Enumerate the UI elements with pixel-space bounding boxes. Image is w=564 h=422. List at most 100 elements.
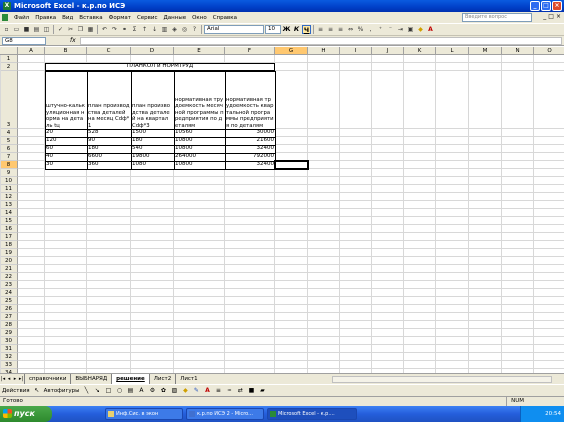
sheet-tab-list1[interactable]: Лист1 (175, 374, 201, 384)
zoom-icon[interactable]: ◎ (180, 25, 189, 34)
sort-desc-icon[interactable]: ↓ (150, 25, 159, 34)
horizontal-scrollbar[interactable] (332, 376, 552, 383)
row-header[interactable]: 6 (0, 145, 18, 153)
row-header[interactable]: 31 (0, 345, 18, 353)
data-cell[interactable]: 180 (131, 137, 174, 145)
row-header[interactable]: 2 (0, 63, 18, 71)
row-header[interactable]: 16 (0, 225, 18, 233)
column-header[interactable]: E (174, 47, 225, 55)
print-icon[interactable]: ▤ (32, 25, 41, 34)
data-cell[interactable]: 360 (87, 161, 131, 169)
row-header[interactable]: 10 (0, 177, 18, 185)
menu-format[interactable]: Формат (106, 15, 134, 21)
autoshapes-menu[interactable]: Автофигуры (44, 388, 80, 394)
merge-center-icon[interactable]: ⇔ (346, 25, 355, 34)
sheet-tab-list2[interactable]: Лист2 (148, 374, 175, 384)
arrow-icon[interactable]: ↘ (93, 387, 101, 394)
undo-icon[interactable]: ↶ (100, 25, 109, 34)
hyperlink-icon[interactable]: ⚭ (120, 25, 129, 34)
select-objects-icon[interactable]: ↖ (33, 387, 41, 394)
row-header[interactable]: 23 (0, 281, 18, 289)
column-header-cell[interactable]: нормативная трудоемкость месячной програ… (174, 71, 225, 129)
data-cell[interactable]: 792000 (225, 153, 275, 161)
data-cell[interactable]: 120 (45, 137, 87, 145)
column-header-cell[interactable]: план производства деталей на месяц Cdф*1 (87, 71, 131, 129)
rectangle-icon[interactable]: □ (104, 387, 112, 394)
data-cell[interactable]: 10800 (174, 145, 225, 153)
copy-icon[interactable]: ❐ (76, 25, 85, 34)
column-header-cell[interactable]: план производства деталей на квартал Cdф… (131, 71, 174, 129)
font-color-icon[interactable]: A (426, 25, 435, 34)
help-question-input[interactable]: Введите вопрос (462, 13, 532, 22)
fx-icon[interactable]: fx (70, 37, 76, 44)
percent-icon[interactable]: % (356, 25, 365, 34)
menu-data[interactable]: Данные (161, 15, 190, 21)
data-cell[interactable]: 90 (87, 137, 131, 145)
data-cell[interactable]: 60 (45, 145, 87, 153)
start-button[interactable]: пуск (0, 406, 52, 422)
align-center-icon[interactable]: ≡ (326, 25, 335, 34)
row-header[interactable]: 21 (0, 265, 18, 273)
row-header[interactable]: 30 (0, 337, 18, 345)
bold-button[interactable]: Ж (282, 25, 291, 34)
selected-cell[interactable] (274, 160, 309, 170)
dash-style-icon[interactable]: ┅ (225, 387, 233, 394)
row-header[interactable]: 11 (0, 185, 18, 193)
borders-icon[interactable]: ▣ (406, 25, 415, 34)
column-header-cell[interactable]: штучно-калькуляционная норма на деталь t… (45, 71, 87, 129)
italic-button[interactable]: К (292, 25, 301, 34)
spreadsheet-grid[interactable]: A B C D E F G H I J K L M N O 1 2 3 4 5 6 7 8 9 10 11 12 13 14 15 16 17… (0, 47, 564, 373)
data-cell[interactable]: 264000 (174, 153, 225, 161)
select-all-corner[interactable] (0, 47, 18, 55)
drawing-icon[interactable]: ◈ (170, 25, 179, 34)
row-header[interactable]: 5 (0, 137, 18, 145)
taskbar-item-excel[interactable]: Microsoft Excel - к.р.... (267, 408, 357, 420)
taskbar-item-folder[interactable]: Инф.Сис. в экон (105, 408, 183, 420)
column-header[interactable]: A (18, 47, 45, 55)
data-cell[interactable]: 1080 (131, 161, 174, 169)
wordart-icon[interactable]: A (137, 387, 145, 394)
menu-view[interactable]: Вид (59, 15, 76, 21)
arrow-style-icon[interactable]: ⇄ (236, 387, 244, 394)
column-header-cell[interactable]: нормативная трудоемкость квартальной про… (225, 71, 275, 129)
row-header[interactable]: 33 (0, 361, 18, 369)
data-cell[interactable]: 540 (131, 145, 174, 153)
indent-icon[interactable]: ⇥ (396, 25, 405, 34)
column-header[interactable]: F (225, 47, 275, 55)
row-header[interactable]: 24 (0, 289, 18, 297)
row-header[interactable]: 12 (0, 193, 18, 201)
menu-edit[interactable]: Правка (32, 15, 59, 21)
menu-window[interactable]: Окно (189, 15, 210, 21)
row-header[interactable]: 26 (0, 305, 18, 313)
chart-wizard-icon[interactable]: ▥ (160, 25, 169, 34)
draw-fill-color-icon[interactable]: ◆ (181, 387, 189, 394)
row-header[interactable]: 15 (0, 217, 18, 225)
column-header[interactable]: B (45, 47, 87, 55)
sheet-tab-solution[interactable]: решение (111, 374, 149, 384)
menu-file[interactable]: Файл (11, 15, 32, 21)
data-cell[interactable]: 19800 (131, 153, 174, 161)
shadow-icon[interactable]: ■ (247, 387, 255, 394)
doc-close-button[interactable]: × (556, 13, 561, 20)
minimize-button[interactable]: _ (530, 1, 540, 11)
row-header[interactable]: 9 (0, 169, 18, 177)
data-cell[interactable]: 30 (45, 161, 87, 169)
picture-icon[interactable]: ▨ (170, 387, 178, 394)
formula-input[interactable] (79, 36, 562, 45)
row-header[interactable]: 20 (0, 257, 18, 265)
workbook-icon[interactable] (2, 14, 8, 21)
align-right-icon[interactable]: ≡ (336, 25, 345, 34)
doc-minimize-button[interactable]: _ (543, 13, 546, 20)
line-style-icon[interactable]: ≡ (214, 387, 222, 394)
align-left-icon[interactable]: ≡ (316, 25, 325, 34)
column-header[interactable]: N (502, 47, 534, 55)
data-cell[interactable]: 10560 (174, 129, 225, 137)
thousands-icon[interactable]: , (366, 25, 375, 34)
row-header[interactable]: 1 (0, 55, 18, 63)
column-header[interactable]: G (275, 47, 308, 55)
column-header[interactable]: H (308, 47, 340, 55)
data-cell[interactable]: 30000 (225, 129, 275, 137)
column-header[interactable]: J (372, 47, 404, 55)
redo-icon[interactable]: ↷ (110, 25, 119, 34)
data-cell[interactable]: 10800 (174, 137, 225, 145)
